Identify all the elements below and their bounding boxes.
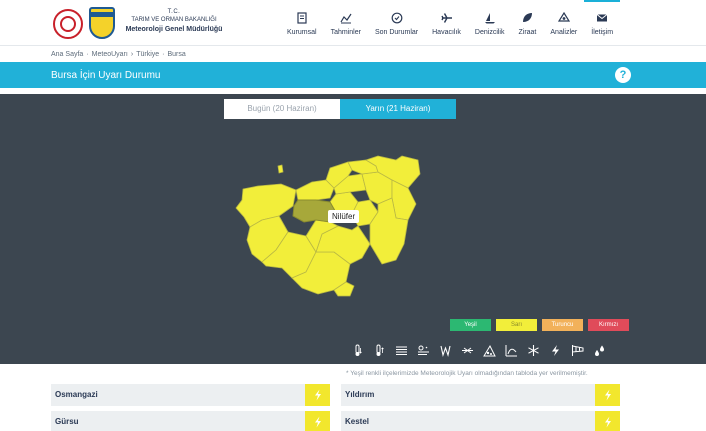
fog-icon[interactable] <box>390 341 412 359</box>
breadcrumb-turkiye[interactable]: Türkiye <box>136 51 159 58</box>
district-name: Kestel <box>345 417 370 426</box>
hazard-filter-bar <box>346 341 610 359</box>
district-row-yildirim[interactable]: Yıldırım <box>341 384 620 406</box>
mgm-logo[interactable] <box>89 7 115 39</box>
page-title-bar: Bursa İçin Uyarı Durumu ? <box>0 62 706 88</box>
warning-map-panel: Bugün (20 Haziran) Yarın (21 Haziran) Ni… <box>0 94 706 364</box>
ice-icon[interactable] <box>500 341 522 359</box>
breadcrumb-meteouyari[interactable]: MeteoUyarı <box>92 51 128 58</box>
help-icon[interactable]: ? <box>615 67 631 83</box>
legend-yellow: Sarı <box>496 319 537 331</box>
chart-icon <box>340 13 352 24</box>
district-row-osmangazi[interactable]: Osmangazi <box>51 384 330 406</box>
map-note: * Yeşil renkli ilçelerimizde Meteoroloji… <box>346 370 588 377</box>
nav-item-havacilik[interactable]: Havacılık <box>425 0 468 46</box>
district-row-kestel[interactable]: Kestel <box>341 411 620 431</box>
district-name: Yıldırım <box>345 390 375 399</box>
district-mudanya[interactable] <box>295 179 335 201</box>
warning-badge[interactable] <box>595 384 620 406</box>
dust-icon[interactable] <box>412 341 434 359</box>
nav-item-ziraat[interactable]: Ziraat <box>511 0 543 46</box>
warning-badge[interactable] <box>595 411 620 431</box>
clock-icon <box>391 12 402 24</box>
ministry-logo[interactable] <box>53 9 83 39</box>
nav-item-tahminler[interactable]: Tahminler <box>324 0 368 46</box>
legend-orange: Turuncu <box>542 319 583 331</box>
leaf-icon <box>523 13 533 22</box>
building-icon <box>297 12 307 24</box>
snow-icon[interactable] <box>522 341 544 359</box>
warning-badge[interactable] <box>305 411 330 431</box>
wind-icon[interactable] <box>434 341 456 359</box>
warning-badge[interactable] <box>305 384 330 406</box>
avalanche-icon[interactable] <box>478 341 500 359</box>
breadcrumb-bursa[interactable]: Bursa <box>167 51 185 58</box>
organization-name[interactable]: T.C. TARIM VE ORMAN BAKANLIĞI Meteoroloj… <box>121 8 227 35</box>
sailboat-icon <box>484 13 495 24</box>
nav-item-iletisim[interactable]: İletişim <box>584 0 620 46</box>
site-header: T.C. TARIM VE ORMAN BAKANLIĞI Meteoroloj… <box>0 0 706 46</box>
district-hover-label: Nilüfer <box>328 210 360 223</box>
district-name: Gürsu <box>55 417 79 426</box>
storm-icon[interactable] <box>456 341 478 359</box>
page-title: Bursa İçin Uyarı Durumu <box>51 70 161 81</box>
district-name: Osmangazi <box>55 390 98 399</box>
lightning-icon[interactable] <box>544 341 566 359</box>
district-row-gursu[interactable]: Gürsu <box>51 411 330 431</box>
heat-icon[interactable] <box>368 341 390 359</box>
breadcrumb: Ana Sayfa · MeteoUyarı › Türkiye · Bursa <box>51 51 186 58</box>
lightning-icon <box>604 416 611 428</box>
windsock-icon[interactable] <box>566 341 588 359</box>
nav-item-analizler[interactable]: Analizler <box>543 0 584 46</box>
lightning-icon <box>604 389 611 401</box>
mail-icon <box>596 14 608 22</box>
nav-item-son-durumlar[interactable]: Son Durumlar <box>368 0 425 46</box>
main-nav: Kurumsal Tahminler Son Durumlar Havacılı… <box>280 0 620 46</box>
breadcrumb-home[interactable]: Ana Sayfa <box>51 51 83 58</box>
plane-icon <box>440 13 452 23</box>
legend-green: Yeşil <box>450 319 491 331</box>
district-islet[interactable] <box>277 164 284 174</box>
analysis-icon <box>557 12 570 22</box>
lightning-icon <box>314 389 321 401</box>
lightning-icon <box>314 416 321 428</box>
legend-red: Kırmızı <box>588 319 629 331</box>
nav-item-kurumsal[interactable]: Kurumsal <box>280 0 324 46</box>
cold-icon[interactable] <box>346 341 368 359</box>
rain-icon[interactable] <box>588 341 610 359</box>
nav-item-denizcilik[interactable]: Denizcilik <box>468 0 512 46</box>
